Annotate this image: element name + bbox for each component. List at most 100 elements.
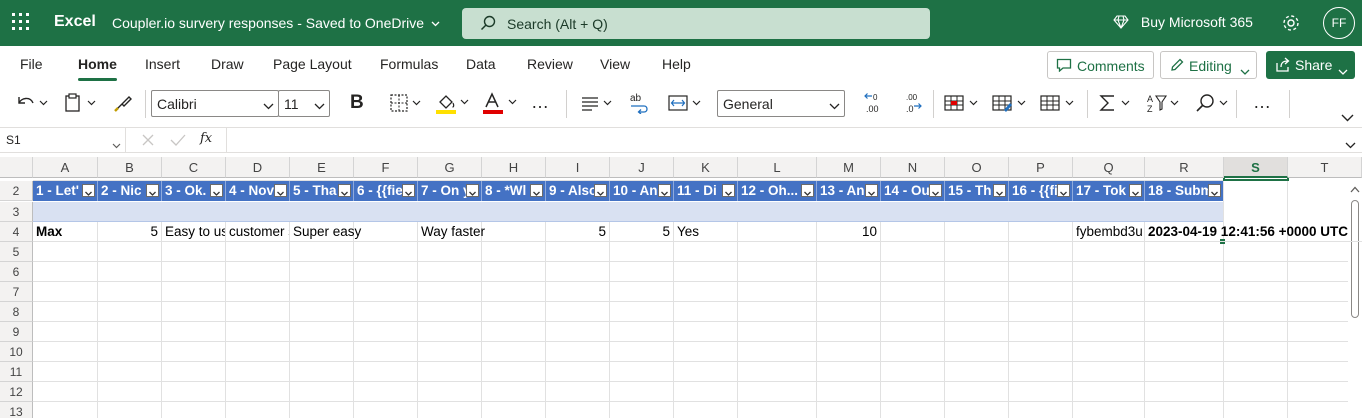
column-header[interactable]: H: [482, 157, 546, 178]
tab-review[interactable]: Review: [527, 56, 573, 72]
formula-input[interactable]: [226, 128, 1340, 153]
column-header[interactable]: D: [226, 157, 290, 178]
app-name[interactable]: Excel: [54, 13, 96, 31]
table-header-cell[interactable]: 14 - Ou: [881, 181, 945, 201]
row-header[interactable]: 6: [0, 262, 33, 282]
filter-dropdown-icon[interactable]: [993, 184, 1006, 197]
app-launcher-icon[interactable]: [12, 13, 30, 31]
column-header[interactable]: A: [33, 157, 98, 178]
table-header-cell[interactable]: 4 - Nov: [226, 181, 290, 201]
row-header[interactable]: 11: [0, 362, 33, 382]
table-header-cell[interactable]: 10 - An: [610, 181, 674, 201]
find-select-icon[interactable]: [1195, 93, 1235, 116]
column-header[interactable]: F: [354, 157, 418, 178]
column-header[interactable]: P: [1009, 157, 1073, 178]
table-header-cell[interactable]: 13 - An: [817, 181, 881, 201]
select-all-corner[interactable]: [0, 157, 33, 178]
column-header-selected[interactable]: S: [1224, 157, 1288, 178]
column-header[interactable]: C: [162, 157, 226, 178]
table-header-cell[interactable]: 18 - Subm: [1145, 181, 1224, 201]
increase-decimal-icon[interactable]: 0.00: [862, 91, 886, 118]
filter-dropdown-icon[interactable]: [402, 184, 415, 197]
filter-dropdown-icon[interactable]: [1208, 184, 1221, 197]
row-header[interactable]: 10: [0, 342, 33, 362]
table-header-cell[interactable]: 7 - On y: [418, 181, 482, 201]
chevron-up-icon[interactable]: [1350, 181, 1360, 196]
table-header-cell[interactable]: 2 - Nic: [98, 181, 162, 201]
column-header[interactable]: E: [290, 157, 354, 178]
column-header[interactable]: M: [817, 157, 881, 178]
row-header[interactable]: 12: [0, 382, 33, 402]
column-header[interactable]: K: [674, 157, 738, 178]
cell-q4[interactable]: fybembd3u: [1073, 222, 1145, 242]
filter-dropdown-icon[interactable]: [1129, 184, 1142, 197]
tab-insert[interactable]: Insert: [145, 56, 180, 72]
table-header-cell[interactable]: 12 - Oh...: [738, 181, 817, 201]
table-header-cell[interactable]: 16 - {{fi: [1009, 181, 1073, 201]
column-header[interactable]: O: [945, 157, 1009, 178]
column-header[interactable]: Q: [1073, 157, 1145, 178]
wrap-text-icon[interactable]: ab: [628, 92, 652, 117]
align-icon[interactable]: [580, 93, 616, 116]
row-header[interactable]: 4: [0, 222, 33, 242]
conditional-formatting-icon[interactable]: [943, 93, 983, 116]
column-header[interactable]: I: [546, 157, 610, 178]
column-header[interactable]: L: [738, 157, 817, 178]
search-input[interactable]: Search (Alt + Q): [462, 8, 930, 39]
column-header[interactable]: T: [1288, 157, 1362, 178]
share-button[interactable]: Share: [1266, 51, 1355, 79]
tab-formulas[interactable]: Formulas: [380, 56, 438, 72]
filter-dropdown-icon[interactable]: [82, 184, 95, 197]
scrollbar-thumb[interactable]: [1351, 200, 1359, 318]
filter-dropdown-icon[interactable]: [658, 184, 671, 197]
filter-dropdown-icon[interactable]: [594, 184, 607, 197]
table-header-cell[interactable]: 8 - *Wl: [482, 181, 546, 201]
table-header-cell[interactable]: 9 - Also: [546, 181, 610, 201]
table-header-cell[interactable]: 11 - Di: [674, 181, 738, 201]
font-color-icon[interactable]: [482, 92, 520, 117]
cell-styles-icon[interactable]: [1039, 93, 1079, 116]
format-painter-icon[interactable]: [113, 93, 133, 116]
filter-dropdown-icon[interactable]: [338, 184, 351, 197]
filter-dropdown-icon[interactable]: [722, 184, 735, 197]
column-header[interactable]: G: [418, 157, 482, 178]
autosum-icon[interactable]: [1098, 93, 1136, 116]
tab-data[interactable]: Data: [466, 56, 496, 72]
cell-i4[interactable]: 5: [546, 222, 610, 242]
cell-d4[interactable]: customer s: [226, 222, 290, 242]
filter-dropdown-icon[interactable]: [929, 184, 942, 197]
cell-l4[interactable]: [738, 222, 817, 242]
filter-dropdown-icon[interactable]: [146, 184, 159, 197]
bold-button[interactable]: B: [350, 92, 364, 114]
more-options-button[interactable]: …: [531, 92, 549, 113]
cell-e4[interactable]: Super easy: [290, 222, 418, 242]
ribbon-expand-icon[interactable]: [1341, 110, 1354, 125]
column-header[interactable]: B: [98, 157, 162, 178]
gear-icon[interactable]: [1281, 13, 1301, 36]
row-header[interactable]: 7: [0, 282, 33, 302]
tab-help[interactable]: Help: [662, 56, 691, 72]
sort-filter-icon[interactable]: AZ: [1145, 93, 1185, 116]
table-header-cell[interactable]: 1 - Let': [33, 181, 98, 201]
paste-icon[interactable]: [64, 93, 100, 116]
tab-view[interactable]: View: [600, 56, 630, 72]
borders-icon[interactable]: [389, 93, 425, 116]
tab-page-layout[interactable]: Page Layout: [273, 56, 352, 72]
table-header-cell[interactable]: 3 - Ok.: [162, 181, 226, 201]
font-name-select[interactable]: Calibri: [151, 90, 279, 117]
cell-m4[interactable]: 10: [817, 222, 881, 242]
table-header-cell[interactable]: 6 - {{fie: [354, 181, 418, 201]
number-format-select[interactable]: General: [717, 90, 845, 117]
row-header[interactable]: 13: [0, 402, 33, 418]
filter-dropdown-icon[interactable]: [1057, 184, 1070, 197]
tab-draw[interactable]: Draw: [211, 56, 244, 72]
cell-b4[interactable]: 5: [98, 222, 162, 242]
row-header[interactable]: 5: [0, 242, 33, 262]
fill-color-icon[interactable]: [435, 92, 473, 117]
undo-icon[interactable]: [15, 93, 49, 116]
tab-home[interactable]: Home: [78, 56, 117, 81]
font-size-select[interactable]: 11: [278, 90, 330, 117]
table-header-cell[interactable]: 5 - Tha: [290, 181, 354, 201]
cell-c4[interactable]: Easy to use: [162, 222, 226, 242]
row-header[interactable]: 8: [0, 302, 33, 322]
